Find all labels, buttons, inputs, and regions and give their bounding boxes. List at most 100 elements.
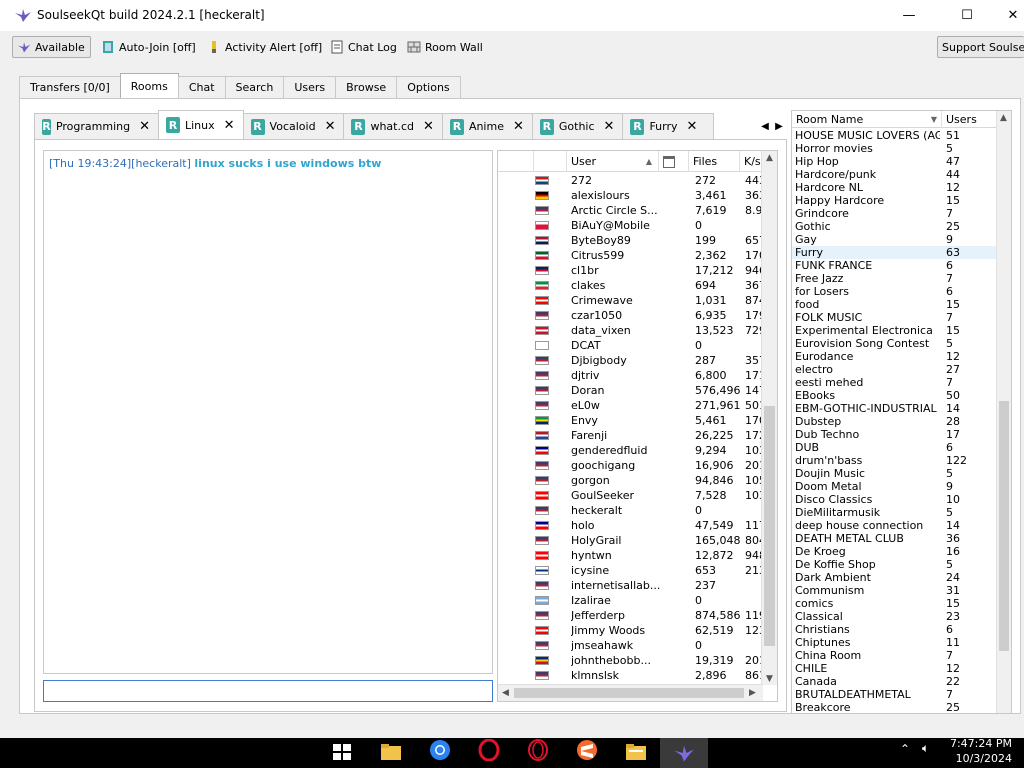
user-row[interactable]: Izalirae 0 (498, 593, 762, 608)
close-room-icon[interactable]: ✕ (687, 119, 698, 134)
room-list-scroll-thumb[interactable] (999, 401, 1009, 651)
tab-search[interactable]: Search (224, 76, 285, 98)
user-row[interactable]: internetisallab... 237 (498, 578, 762, 593)
tab-transfers[interactable]: Transfers [0/0] (19, 76, 121, 98)
room-row[interactable]: Grindcore 7 (792, 207, 997, 220)
file-explorer-icon[interactable] (380, 741, 402, 763)
close-room-icon[interactable]: ✕ (139, 119, 150, 134)
user-row[interactable]: jmseahawk 0 (498, 638, 762, 653)
folder-icon[interactable] (625, 741, 647, 763)
close-room-icon[interactable]: ✕ (325, 119, 336, 134)
room-row[interactable]: Dark Ambient 24 (792, 571, 997, 584)
scroll-up-icon[interactable]: ▲ (766, 153, 773, 163)
room-row[interactable]: Disco Classics 10 (792, 493, 997, 506)
user-row[interactable]: alexislours 3,461 363 (498, 188, 762, 203)
user-row[interactable]: icysine 653 213 (498, 563, 762, 578)
user-row[interactable]: genderedfluid 9,294 103 (498, 443, 762, 458)
room-row[interactable]: deep house connection 14 (792, 519, 997, 532)
header-status[interactable] (498, 151, 534, 172)
room-row[interactable]: HOUSE MUSIC LOVERS (AG) 51 (792, 129, 997, 142)
chevron-up-icon[interactable]: ⌃ (900, 742, 910, 756)
tab-users[interactable]: Users (283, 76, 337, 98)
tab-scroll-left-icon[interactable]: ◀ (758, 113, 772, 139)
room-wall-button[interactable]: Room Wall (403, 36, 487, 58)
room-row[interactable]: FOLK MUSIC 7 (792, 311, 997, 324)
close-window-button[interactable]: ✕ (990, 0, 1024, 31)
chat-messages[interactable]: [Thu 19:43:24][heckeralt] linux sucks i … (43, 150, 493, 674)
user-row[interactable]: johnthebobb... 19,319 201 (498, 653, 762, 668)
close-room-icon[interactable]: ✕ (513, 119, 524, 134)
tab-options[interactable]: Options (396, 76, 461, 98)
tab-chat[interactable]: Chat (177, 76, 226, 98)
header-country[interactable] (534, 151, 567, 172)
room-row[interactable]: Dubstep 28 (792, 415, 997, 428)
user-row[interactable]: Envy 5,461 170 (498, 413, 762, 428)
room-list-vscrollbar[interactable]: ▲ (996, 111, 1011, 713)
room-row[interactable]: Christians 6 (792, 623, 997, 636)
room-row[interactable]: CHILE 12 (792, 662, 997, 675)
user-row[interactable]: Farenji 26,225 172 (498, 428, 762, 443)
header-user[interactable]: User ▲ (567, 151, 659, 172)
scroll-down-icon[interactable]: ▼ (766, 674, 773, 684)
speaker-icon[interactable]: 🔈︎ (922, 741, 929, 756)
scroll-up-icon[interactable]: ▲ (1000, 113, 1007, 123)
status-available-button[interactable]: Available (12, 36, 91, 58)
room-row[interactable]: DUB 6 (792, 441, 997, 454)
room-row[interactable]: Chiptunes 11 (792, 636, 997, 649)
user-row[interactable]: Doran 576,496 147 (498, 383, 762, 398)
close-room-icon[interactable]: ✕ (423, 119, 434, 134)
user-row[interactable]: ByteBoy89 199 657 (498, 233, 762, 248)
room-row[interactable]: DEATH METAL CLUB 36 (792, 532, 997, 545)
close-room-icon[interactable]: ✕ (224, 118, 235, 133)
tab-browse[interactable]: Browse (335, 76, 398, 98)
user-row[interactable]: BiAuY@Mobile 0 (498, 218, 762, 233)
room-row[interactable]: Gothic 25 (792, 220, 997, 233)
room-row[interactable]: EBooks 50 (792, 389, 997, 402)
chat-input[interactable] (43, 680, 493, 702)
header-room-name[interactable]: Room Name ▼ (792, 111, 942, 128)
user-row[interactable]: hyntwn 12,872 948 (498, 548, 762, 563)
user-row[interactable]: Jimmy Woods 62,519 123 (498, 623, 762, 638)
room-row[interactable]: eesti mehed 7 (792, 376, 997, 389)
close-room-icon[interactable]: ✕ (604, 119, 615, 134)
user-row[interactable]: heckeralt 0 (498, 503, 762, 518)
user-row[interactable]: gorgon 94,846 105 (498, 473, 762, 488)
user-row[interactable]: data_vixen 13,523 729 (498, 323, 762, 338)
room-tab-gothic[interactable]: R Gothic ✕ (531, 113, 624, 139)
room-tab-vocaloid[interactable]: R Vocaloid ✕ (242, 113, 345, 139)
room-row[interactable]: De Koffie Shop 5 (792, 558, 997, 571)
user-row[interactable]: Jefferderp 874,586 119 (498, 608, 762, 623)
user-row[interactable]: HolyGrail 165,048 804 (498, 533, 762, 548)
user-list-vscrollbar[interactable]: ▲ ▼ (761, 151, 777, 685)
room-row[interactable]: Happy Hardcore 15 (792, 194, 997, 207)
room-row[interactable]: Classical 23 (792, 610, 997, 623)
sublime-text-icon[interactable] (576, 739, 598, 761)
room-row[interactable]: for Losers 6 (792, 285, 997, 298)
windows-start-icon[interactable] (331, 741, 353, 763)
user-row[interactable]: goochigang 16,906 201 (498, 458, 762, 473)
room-tab-anime[interactable]: R Anime ✕ (441, 113, 533, 139)
user-row[interactable]: eL0w 271,961 501 (498, 398, 762, 413)
user-row[interactable]: czar1050 6,935 179 (498, 308, 762, 323)
user-row[interactable]: DCAT 0 (498, 338, 762, 353)
room-tab-linux[interactable]: R Linux ✕ (158, 110, 244, 139)
opera-icon[interactable] (478, 739, 500, 761)
user-list-scroll-thumb[interactable] (764, 406, 775, 646)
taskbar-clock[interactable]: 7:47:24 PM 10/3/2024 (950, 736, 1012, 766)
room-row[interactable]: FUNK FRANCE 6 (792, 259, 997, 272)
room-row[interactable]: Eurodance 12 (792, 350, 997, 363)
header-free-slot[interactable] (659, 151, 689, 172)
room-row[interactable]: Doujin Music 5 (792, 467, 997, 480)
room-row[interactable]: China Room 7 (792, 649, 997, 662)
chrome-icon[interactable] (429, 739, 451, 761)
room-row[interactable]: food 15 (792, 298, 997, 311)
room-row[interactable]: BRUTALDEATHMETAL 7 (792, 688, 997, 701)
room-row[interactable]: Experimental Electronica 15 (792, 324, 997, 337)
header-room-users[interactable]: Users (942, 111, 997, 128)
room-row[interactable]: comics 15 (792, 597, 997, 610)
user-list-hscrollbar[interactable]: ◀ ▶ (498, 684, 763, 701)
user-list-hscroll-thumb[interactable] (514, 688, 744, 698)
room-row[interactable]: Doom Metal 9 (792, 480, 997, 493)
room-row[interactable]: Hardcore/punk 44 (792, 168, 997, 181)
room-row[interactable]: Furry 63 (792, 246, 997, 259)
